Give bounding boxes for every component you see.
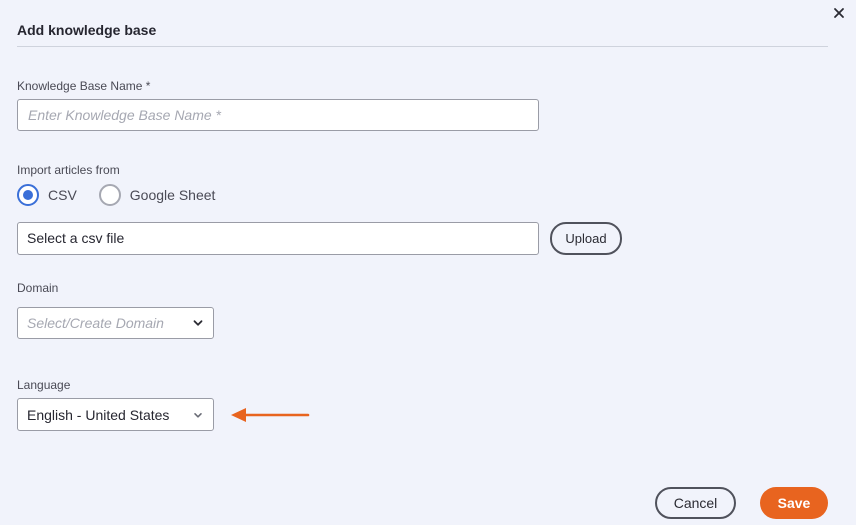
add-knowledge-base-dialog: Add knowledge base Knowledge Base Name *… [0,0,856,525]
radio-csv[interactable] [17,184,39,206]
language-select[interactable]: English - United States [17,398,214,431]
title-divider [17,46,828,47]
name-label: Knowledge Base Name * [17,79,151,93]
import-source-radio-group: CSV Google Sheet [17,184,237,206]
cancel-button[interactable]: Cancel [655,487,736,519]
import-label: Import articles from [17,163,120,177]
radio-csv-label: CSV [48,187,77,203]
radio-option-google-sheet[interactable]: Google Sheet [98,184,216,206]
upload-button[interactable]: Upload [550,222,622,255]
close-icon[interactable] [830,4,848,22]
knowledge-base-name-input[interactable] [17,99,539,131]
domain-select[interactable]: Select/Create Domain [17,307,214,339]
chevron-down-icon [194,412,202,418]
language-label: Language [17,378,71,392]
domain-label: Domain [17,281,59,295]
radio-google-sheet-label: Google Sheet [129,187,216,203]
domain-select-placeholder: Select/Create Domain [27,315,164,331]
language-select-value: English - United States [27,406,170,423]
chevron-down-icon [193,320,203,326]
dialog-title: Add knowledge base [17,22,157,38]
csv-file-input[interactable]: Select a csv file [17,222,539,255]
arrow-left-icon [231,408,310,422]
radio-option-csv[interactable]: CSV [17,184,77,206]
save-button[interactable]: Save [760,487,828,519]
radio-google-sheet[interactable] [98,184,121,206]
